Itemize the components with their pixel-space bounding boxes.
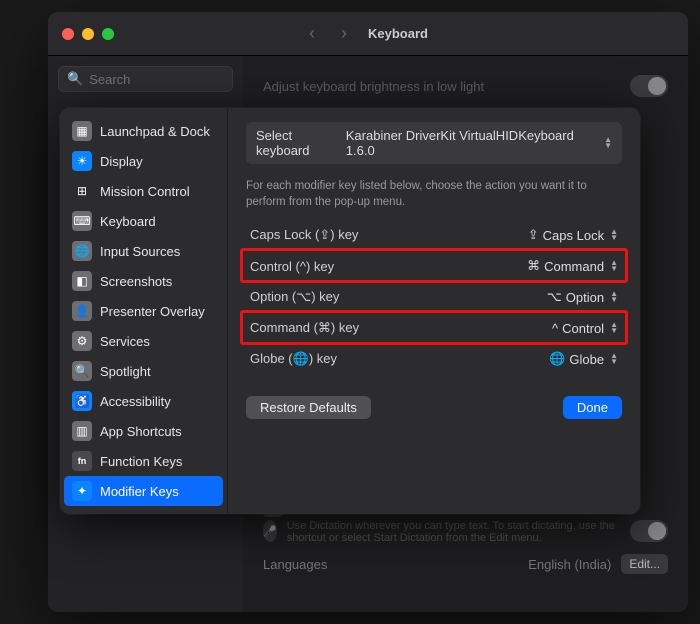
restore-defaults-button[interactable]: Restore Defaults — [246, 396, 371, 419]
sheet-sidebar-label: Display — [100, 154, 143, 169]
chevron-up-down-icon: ▲▼ — [610, 353, 618, 365]
sheet-sidebar-label: Input Sources — [100, 244, 180, 259]
sheet-sidebar-label: Launchpad & Dock — [100, 124, 210, 139]
keyboard-selector[interactable]: Select keyboard Karabiner DriverKit Virt… — [246, 122, 622, 164]
sheet-sidebar-item[interactable]: ▥ App Shortcuts — [64, 416, 223, 446]
brightness-toggle[interactable] — [630, 75, 668, 97]
dictation-toggle[interactable] — [630, 520, 668, 542]
sheet-sidebar-item[interactable]: ◧ Screenshots — [64, 266, 223, 296]
select-keyboard-label: Select keyboard — [256, 128, 346, 158]
nav-forward-button: › — [334, 23, 354, 44]
sheet-sidebar-item[interactable]: 🌐 Input Sources — [64, 236, 223, 266]
modifier-value-popup[interactable]: ⌘ Command ▲▼ — [527, 258, 618, 274]
sheet-sidebar-label: Services — [100, 334, 150, 349]
search-input[interactable] — [89, 72, 224, 87]
pref-icon: ☀ — [72, 151, 92, 171]
search-icon: 🔍 — [67, 71, 83, 87]
chevron-up-down-icon: ▲▼ — [610, 322, 618, 334]
modifier-symbol-icon: 🌐 — [549, 351, 565, 367]
titlebar: ‹ › Keyboard — [48, 12, 688, 56]
modifier-value-label: Caps Lock — [543, 228, 604, 243]
sheet-sidebar-label: Spotlight — [100, 364, 151, 379]
sheet-sidebar-item[interactable]: ☀ Display — [64, 146, 223, 176]
sheet-sidebar-label: Keyboard — [100, 214, 156, 229]
modifier-value-popup[interactable]: ⇪ Caps Lock ▲▼ — [528, 227, 618, 243]
modifier-symbol-icon: ⇪ — [528, 227, 539, 243]
sheet-sidebar-item[interactable]: ▦ Launchpad & Dock — [64, 116, 223, 146]
modifier-symbol-icon: ⌘ — [527, 258, 540, 274]
sheet-sidebar-item[interactable]: ⌨ Keyboard — [64, 206, 223, 236]
chevron-up-down-icon: ▲▼ — [610, 291, 618, 303]
sheet-sidebar-item[interactable]: 🔍 Spotlight — [64, 356, 223, 386]
minimize-icon[interactable] — [82, 28, 94, 40]
languages-label: Languages — [263, 557, 327, 572]
languages-edit-button[interactable]: Edit... — [621, 554, 668, 574]
pref-icon: 👤 — [72, 301, 92, 321]
modifier-symbol-icon: ⌥ — [547, 289, 562, 305]
modifier-key-label: Globe (🌐) key — [250, 351, 337, 367]
close-icon[interactable] — [62, 28, 74, 40]
pref-icon: ⚙ — [72, 331, 92, 351]
chevron-up-down-icon: ▲▼ — [610, 260, 618, 272]
sheet-sidebar-label: Function Keys — [100, 454, 182, 469]
sheet-sidebar-item[interactable]: ⊞ Mission Control — [64, 176, 223, 206]
modifier-value-popup[interactable]: ⌥ Option ▲▼ — [547, 289, 618, 305]
sheet-sidebar-item[interactable]: ✦ Modifier Keys — [64, 476, 223, 506]
modifier-row: Option (⌥) key ⌥ Option ▲▼ — [246, 281, 622, 312]
page-title: Keyboard — [368, 26, 428, 41]
chevron-up-down-icon: ▲▼ — [610, 229, 618, 241]
modifier-value-label: Command — [544, 259, 604, 274]
sheet-sidebar-label: App Shortcuts — [100, 424, 182, 439]
modifier-key-label: Option (⌥) key — [250, 289, 339, 305]
chevron-up-down-icon: ▲▼ — [604, 137, 612, 149]
modifier-row: Control (^) key ⌘ Command ▲▼ — [246, 250, 622, 281]
pref-icon: ◧ — [72, 271, 92, 291]
modifier-value-label: Control — [562, 321, 604, 336]
sheet-sidebar-label: Screenshots — [100, 274, 172, 289]
pref-icon: ✦ — [72, 481, 92, 501]
pref-icon: ⌨ — [72, 211, 92, 231]
nav-back-button[interactable]: ‹ — [302, 23, 322, 44]
sheet-sidebar-label: Accessibility — [100, 394, 171, 409]
modifier-row: Caps Lock (⇪) key ⇪ Caps Lock ▲▼ — [246, 220, 622, 250]
pref-icon: 🔍 — [72, 361, 92, 381]
pref-icon: ▥ — [72, 421, 92, 441]
pref-icon: ♿ — [72, 391, 92, 411]
modifier-row: Command (⌘) key ^ Control ▲▼ — [246, 312, 622, 343]
modifier-value-label: Globe — [569, 352, 604, 367]
help-text: For each modifier key listed below, choo… — [246, 178, 622, 210]
sheet-main: Select keyboard Karabiner DriverKit Virt… — [228, 108, 640, 514]
brightness-label: Adjust keyboard brightness in low light — [263, 79, 484, 94]
sheet-sidebar-label: Presenter Overlay — [100, 304, 205, 319]
search-field[interactable]: 🔍 — [58, 66, 233, 92]
done-button[interactable]: Done — [563, 396, 622, 419]
languages-value: English (India) — [528, 557, 611, 572]
modifier-keys-sheet: ▦ Launchpad & Dock ☀ Display ⊞ Mission Contro… — [60, 108, 640, 514]
modifier-symbol-icon: ^ — [552, 321, 558, 336]
sheet-sidebar-item[interactable]: 👤 Presenter Overlay — [64, 296, 223, 326]
pref-icon: fn — [72, 451, 92, 471]
modifier-value-popup[interactable]: ^ Control ▲▼ — [552, 321, 618, 336]
pref-icon: ⊞ — [72, 181, 92, 201]
modifier-key-label: Command (⌘) key — [250, 320, 359, 336]
modifier-key-label: Caps Lock (⇪) key — [250, 227, 358, 243]
modifier-row: Globe (🌐) key 🌐 Globe ▲▼ — [246, 343, 622, 374]
modifier-key-label: Control (^) key — [250, 259, 334, 274]
pref-icon: 🌐 — [72, 241, 92, 261]
sheet-sidebar: ▦ Launchpad & Dock ☀ Display ⊞ Mission Contro… — [60, 108, 228, 514]
sheet-sidebar-label: Mission Control — [100, 184, 190, 199]
dictation-help: Use Dictation wherever you can type text… — [287, 520, 620, 544]
sheet-sidebar-item[interactable]: ⚙ Services — [64, 326, 223, 356]
sheet-sidebar-item[interactable]: ♿ Accessibility — [64, 386, 223, 416]
modifier-value-popup[interactable]: 🌐 Globe ▲▼ — [549, 351, 618, 367]
zoom-icon[interactable] — [102, 28, 114, 40]
select-keyboard-value: Karabiner DriverKit VirtualHIDKeyboard 1… — [346, 128, 596, 158]
sheet-sidebar-item[interactable]: fn Function Keys — [64, 446, 223, 476]
pref-icon: ▦ — [72, 121, 92, 141]
microphone-icon: 🎤 — [263, 520, 277, 542]
modifier-value-label: Option — [566, 290, 604, 305]
sheet-sidebar-label: Modifier Keys — [100, 484, 179, 499]
